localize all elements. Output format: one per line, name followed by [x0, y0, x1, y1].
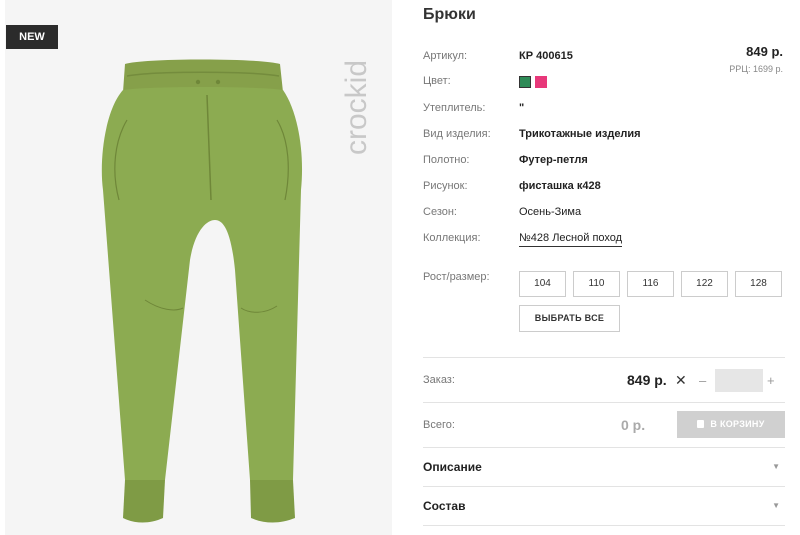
chevron-down-icon[interactable]: ▼ [772, 462, 780, 471]
order-label: Заказ: [423, 374, 455, 386]
divider [423, 402, 785, 403]
brand-logo: crockid [330, 20, 380, 160]
quantity-input[interactable] [715, 369, 763, 392]
color-swatch-pink[interactable] [535, 76, 547, 88]
product-image[interactable]: NEW crockid [5, 0, 392, 535]
shopping-bag-icon [697, 420, 705, 428]
pants-illustration [101, 59, 303, 523]
new-badge: NEW [6, 25, 58, 49]
size-option-104[interactable]: 104 [519, 271, 566, 297]
size-label: Рост/размер: [423, 271, 490, 283]
order-unit-price: 849 р. [627, 372, 667, 388]
pattern-value: фисташка к428 [519, 180, 601, 192]
fabric-label: Полотно: [423, 154, 470, 166]
sku-value: КР 400615 [519, 50, 573, 62]
product-details: Брюки 849 р. РРЦ: 1699 р. Артикул: КР 40… [423, 0, 800, 535]
insulation-label: Утеплитель: [423, 102, 486, 114]
type-value: Трикотажные изделия [519, 128, 641, 140]
composition-section-toggle[interactable]: Состав [423, 499, 465, 513]
fabric-value: Футер-петля [519, 154, 588, 166]
collection-link[interactable]: №428 Лесной поход [519, 232, 623, 247]
add-to-cart-label: В КОРЗИНУ [710, 419, 765, 429]
multiply-icon: ✕ [675, 372, 687, 388]
brand-logo-text: crockid [340, 60, 373, 155]
divider [423, 486, 785, 487]
chevron-down-icon[interactable]: ▼ [772, 501, 780, 510]
recommended-price: РРЦ: 1699 р. [729, 64, 783, 74]
divider [423, 357, 785, 358]
total-label: Всего: [423, 419, 455, 431]
quantity-increase-button[interactable]: + [767, 373, 775, 388]
size-option-122[interactable]: 122 [681, 271, 728, 297]
select-all-sizes-button[interactable]: ВЫБРАТЬ ВСЕ [519, 305, 620, 332]
total-price: 0 р. [621, 417, 646, 433]
type-label: Вид изделия: [423, 128, 491, 140]
divider [423, 447, 785, 448]
color-swatch-green[interactable] [519, 76, 531, 88]
add-to-cart-button[interactable]: В КОРЗИНУ [677, 411, 785, 438]
product-title: Брюки [423, 6, 476, 23]
size-option-110[interactable]: 110 [573, 271, 620, 297]
divider [423, 525, 785, 526]
size-option-128[interactable]: 128 [735, 271, 782, 297]
product-price: 849 р. [746, 44, 783, 59]
insulation-value: " [519, 102, 525, 114]
size-option-116[interactable]: 116 [627, 271, 674, 297]
description-section-toggle[interactable]: Описание [423, 460, 482, 474]
quantity-decrease-button[interactable]: – [699, 373, 706, 388]
sku-label: Артикул: [423, 50, 468, 62]
pattern-label: Рисунок: [423, 180, 468, 192]
season-label: Сезон: [423, 206, 457, 218]
color-label: Цвет: [423, 75, 451, 87]
collection-label: Коллекция: [423, 232, 481, 244]
season-value: Осень-Зима [519, 206, 582, 218]
